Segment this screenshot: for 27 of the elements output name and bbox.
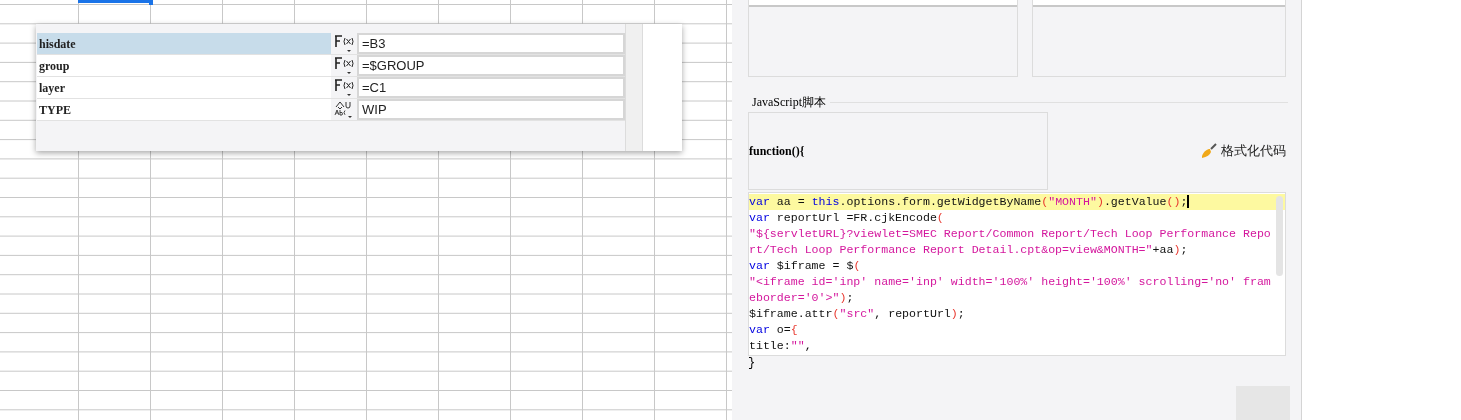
code-line: title:"", — [749, 338, 813, 354]
parameter-value-field[interactable]: =$GROUP — [357, 55, 625, 76]
closing-brace: } — [748, 356, 756, 370]
function-header: function(){ — [749, 143, 805, 160]
code-line: rt/Tech Loop Performance Report Detail.cpt&op=view&MONTH="+aa); — [749, 242, 1189, 258]
code-line: "<iframe id='inp' name='inp' width='100%' height='100%' scrolling='no' fram — [749, 274, 1272, 290]
parameter-value-field[interactable]: =B3 — [357, 33, 625, 54]
parameter-value-field[interactable]: WIP — [357, 99, 625, 120]
broom-icon — [1201, 143, 1217, 159]
code-line: var $iframe = $( — [749, 258, 862, 274]
code-line: "${servletURL}?viewlet=SMEC Report/Common Report/Tech Loop Performance Repo — [749, 226, 1272, 242]
code-editor[interactable] — [748, 192, 1286, 356]
code-line: eborder='0'>"); — [749, 290, 855, 306]
formula-icon[interactable] — [333, 55, 355, 76]
selection-handle[interactable] — [149, 0, 153, 5]
formula-icon[interactable] — [333, 33, 355, 54]
cell-selection — [78, 0, 150, 3]
code-line: var reportUrl =FR.cjkEncode( — [749, 210, 945, 226]
scrollbar-thumb[interactable] — [1276, 196, 1283, 276]
section-label: JavaScript脚本 — [751, 95, 827, 109]
text-type-icon[interactable] — [333, 99, 355, 120]
code-line: $iframe.attr("src", reportUrl); — [749, 306, 966, 322]
formula-icon[interactable] — [333, 77, 355, 98]
format-code-button[interactable]: 格式化代码 — [1201, 141, 1286, 161]
code-line: var o={ — [749, 322, 799, 338]
parameter-name-cell[interactable]: hisdate — [37, 33, 331, 54]
parameter-value-field[interactable]: =C1 — [357, 77, 625, 98]
